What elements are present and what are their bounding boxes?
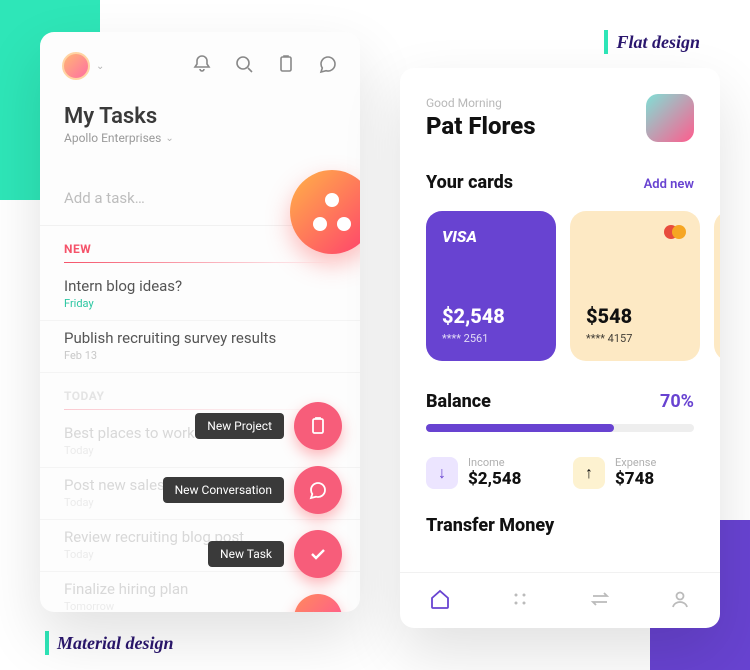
- card-amount: $2,548: [442, 304, 540, 328]
- greeting: Good Morning: [426, 96, 536, 110]
- chat-icon: [294, 466, 342, 514]
- task-item[interactable]: Publish recruiting survey results Feb 13: [40, 321, 360, 373]
- finance-app: Good Morning Pat Flores Your cards Add n…: [400, 68, 720, 628]
- label-text: Flat design: [616, 32, 700, 53]
- task-due: Feb 13: [64, 349, 336, 362]
- workspace-switcher[interactable]: Apollo Enterprises ⌄: [64, 131, 336, 145]
- avatar[interactable]: [646, 94, 694, 142]
- stat-value: $2,548: [468, 469, 521, 489]
- arrow-down-icon: ↓: [426, 457, 458, 489]
- bottom-nav: [400, 572, 720, 628]
- search-icon[interactable]: [234, 54, 254, 78]
- balance-pct: 70%: [660, 391, 694, 412]
- fab-label: New Project: [195, 413, 284, 439]
- nav-profile-icon[interactable]: [669, 588, 691, 614]
- fab-label: New Task: [208, 541, 284, 567]
- label-text: Material design: [57, 633, 174, 654]
- avatar: [62, 52, 90, 80]
- stat-expense: ↑ Expense $748: [573, 456, 694, 489]
- nav-home-icon[interactable]: [429, 588, 451, 614]
- balance-bar: [426, 424, 694, 432]
- fab-label: New Conversation: [163, 477, 284, 503]
- chevron-down-icon: ⌄: [96, 61, 104, 72]
- label-material-design: Material design: [45, 631, 174, 655]
- account-switcher[interactable]: ⌄: [62, 52, 104, 80]
- fab-close[interactable]: ✕: [294, 594, 342, 612]
- fab-new-conversation[interactable]: New Conversation: [163, 466, 342, 514]
- fab-new-project[interactable]: New Project: [195, 402, 342, 450]
- accent-bar: [604, 30, 608, 54]
- fab-new-task[interactable]: New Task: [208, 530, 342, 578]
- task-title: Intern blog ideas?: [64, 277, 336, 295]
- card-extra[interactable]: $84 ****: [714, 211, 720, 361]
- clipboard-icon[interactable]: [276, 54, 296, 78]
- workspace-name: Apollo Enterprises: [64, 131, 161, 145]
- card-last4: **** 4157: [586, 332, 684, 345]
- stat-value: $748: [615, 469, 656, 489]
- card-amount: $548: [586, 304, 684, 328]
- stat-label: Income: [468, 456, 521, 469]
- fab-dots-icon: [313, 193, 351, 231]
- tasks-app: ⌄ My Tasks Apollo Enterprises ⌄ Add a ta…: [40, 32, 360, 612]
- card-last4: **** 2561: [442, 332, 540, 345]
- cards-row[interactable]: VISA $2,548 **** 2561 $548 **** 4157 $84…: [400, 197, 720, 367]
- task-item[interactable]: Intern blog ideas? Friday: [40, 269, 360, 321]
- section-cards-title: Your cards: [426, 172, 513, 193]
- tasks-toolbar: ⌄: [40, 32, 360, 80]
- chevron-down-icon: ⌄: [165, 133, 173, 144]
- nav-grid-icon[interactable]: [509, 588, 531, 614]
- clipboard-icon: [294, 402, 342, 450]
- add-new-card-link[interactable]: Add new: [644, 177, 694, 192]
- card-brand: VISA: [442, 227, 540, 246]
- stat-label: Expense: [615, 456, 656, 469]
- check-icon: [294, 530, 342, 578]
- arrow-up-icon: ↑: [573, 457, 605, 489]
- task-due: Friday: [64, 297, 336, 310]
- task-title: Publish recruiting survey results: [64, 329, 336, 347]
- card-mastercard[interactable]: $548 **** 4157: [570, 211, 700, 361]
- transfer-title: Transfer Money: [400, 489, 720, 536]
- close-icon: ✕: [294, 594, 342, 612]
- user-name: Pat Flores: [426, 112, 536, 140]
- balance-title: Balance: [426, 391, 491, 412]
- label-flat-design: Flat design: [604, 30, 700, 54]
- card-visa[interactable]: VISA $2,548 **** 2561: [426, 211, 556, 361]
- fab-actions: New Project New Conversation New Task ✕: [163, 402, 342, 612]
- accent-bar: [45, 631, 49, 655]
- nav-transfer-icon[interactable]: [589, 588, 611, 614]
- mastercard-icon: [664, 225, 686, 239]
- page-title: My Tasks: [64, 104, 336, 129]
- bell-icon[interactable]: [192, 54, 212, 78]
- chat-icon[interactable]: [318, 54, 338, 78]
- stat-income: ↓ Income $2,548: [426, 456, 547, 489]
